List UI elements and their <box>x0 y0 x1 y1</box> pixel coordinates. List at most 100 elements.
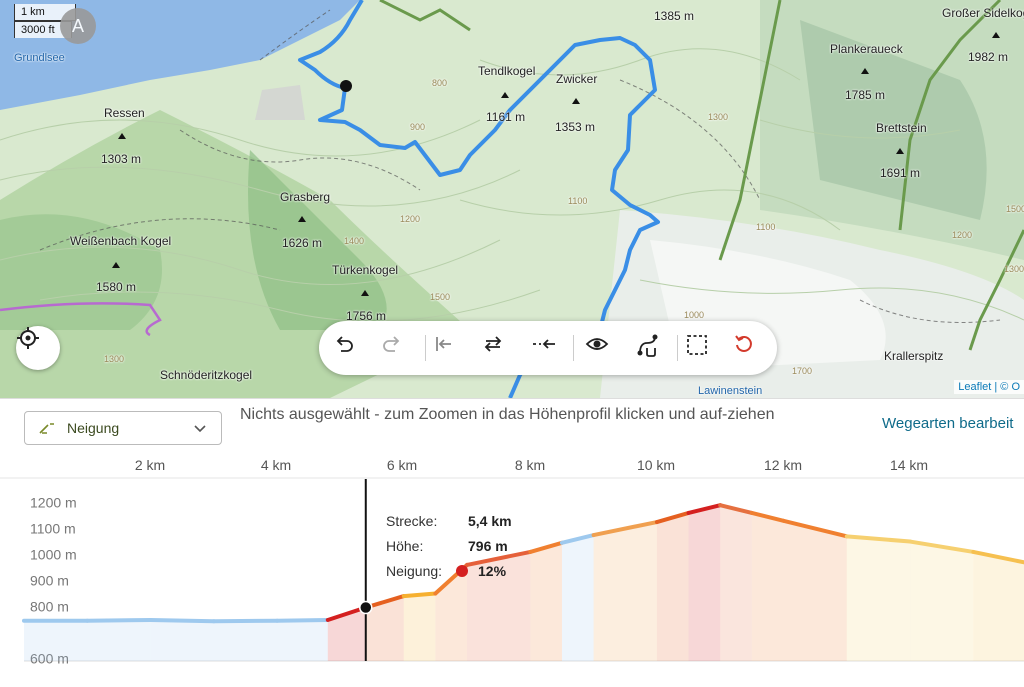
peak-elevation-ressen: 1303 m <box>101 152 142 166</box>
grade-band <box>720 505 752 661</box>
undo-icon <box>336 336 353 352</box>
grade-band <box>213 620 278 661</box>
waypoint-marker-a[interactable]: A <box>60 8 96 44</box>
chevron-down-icon <box>194 425 206 433</box>
route-toolbar <box>319 321 777 375</box>
elevation-profile-chart[interactable]: 1200 m1100 m1000 m900 m800 m600 m <box>0 477 1024 687</box>
toolbar-divider <box>425 335 426 361</box>
grade-band <box>87 619 151 661</box>
peak-marker <box>298 216 306 222</box>
toolbar-divider <box>573 335 574 361</box>
profile-segment <box>211 618 280 624</box>
lake-label: Grundlsee <box>14 52 65 64</box>
reverse-route-button[interactable] <box>482 333 512 363</box>
y-tick-label: 1000 m <box>30 547 77 563</box>
profile-segment <box>275 617 330 623</box>
locate-button[interactable] <box>16 326 60 370</box>
go-to-start-button[interactable] <box>433 333 463 363</box>
select-area-button[interactable] <box>685 333 715 363</box>
grade-band <box>846 536 911 661</box>
leaflet-link[interactable]: Leaflet <box>958 381 991 393</box>
y-tick-label: 800 m <box>30 598 69 614</box>
peak-elevation-tendlkogel: 1161 m <box>486 110 526 124</box>
peak-marker <box>572 98 580 104</box>
eye-icon <box>585 338 609 350</box>
contour-label: 1300 <box>708 112 729 122</box>
edit-waypoints-button[interactable] <box>635 333 665 363</box>
x-tick-label: 10 km <box>636 457 676 473</box>
grade-band <box>973 551 1024 661</box>
height-value: 796 m <box>468 538 508 554</box>
contour-label: 1200 <box>400 214 421 224</box>
x-tick-label: 2 km <box>134 457 166 473</box>
height-label: Höhe: <box>386 538 424 554</box>
peak-marker <box>896 148 904 154</box>
slope-icon <box>39 423 54 434</box>
grade-band <box>277 619 328 661</box>
grade-value: 12% <box>478 563 507 579</box>
grade-band <box>910 541 974 661</box>
x-tick-label: 12 km <box>763 457 803 473</box>
contour-label: 900 <box>410 122 426 132</box>
x-tick-label: 6 km <box>386 457 418 473</box>
peak-name-tendlkogel: Tendlkogel <box>478 64 536 78</box>
waypoint-edit-icon <box>637 334 658 357</box>
peak-elevation-grasberg: 1626 m <box>282 236 323 250</box>
peak-name-weissenbach-kogel: Weißenbach Kogel <box>70 234 172 248</box>
x-tick-label: 4 km <box>260 457 292 473</box>
y-tick-label: 1200 m <box>30 495 77 511</box>
contour-label: 800 <box>432 78 448 88</box>
contour-label: 1500 <box>1006 204 1024 214</box>
toolbar-divider <box>677 335 678 361</box>
grade-band <box>688 505 721 661</box>
grade-band <box>24 620 88 661</box>
peak-name-zwicker: Zwicker <box>556 72 598 86</box>
profile-mode-dropdown[interactable]: Neigung <box>24 411 222 445</box>
place-label-lawinenstein: Lawinenstein <box>698 385 763 397</box>
x-tick-label: 14 km <box>889 457 929 473</box>
contour-label: 1100 <box>568 196 588 206</box>
reverse-route-icon <box>484 336 502 352</box>
elevation-profile-panel: Neigung Nichts ausgewählt - zum Zoomen i… <box>0 398 1024 686</box>
return-to-start-button[interactable] <box>531 333 561 363</box>
dropdown-label: Neigung <box>67 420 120 436</box>
peak-elevation-brettstein: 1691 m <box>880 166 921 180</box>
profile-segment <box>148 617 216 624</box>
attribution-rest: | © O <box>991 381 1020 393</box>
crosshair-icon <box>17 327 39 349</box>
contour-label: 1500 <box>430 292 451 302</box>
peak-elevation-plankeraueck: 1785 m <box>845 88 886 102</box>
cursor-point <box>359 600 373 615</box>
reset-icon <box>735 335 752 352</box>
peak-marker <box>501 92 509 98</box>
grade-label: Neigung: <box>386 563 443 579</box>
contour-label: 1300 <box>1004 264 1024 274</box>
peak-name-schnoederitzkogel: Schnöderitzkogel <box>160 368 253 382</box>
peak-marker <box>361 290 369 296</box>
go-to-start-icon <box>436 337 451 351</box>
contour-label: 1300 <box>104 354 125 364</box>
redo-button[interactable] <box>381 333 411 363</box>
peak-name-ressen: Ressen <box>104 106 145 120</box>
reset-route-button[interactable] <box>733 333 763 363</box>
grade-band <box>150 619 214 661</box>
grade-band <box>530 542 562 661</box>
select-area-icon <box>687 335 707 355</box>
peak-name-grasberg: Grasberg <box>280 190 331 204</box>
peak-name-brettstein: Brettstein <box>876 121 927 135</box>
visibility-button[interactable] <box>585 333 615 363</box>
spot-elevation: 1385 m <box>654 9 695 23</box>
return-to-start-icon <box>533 339 555 349</box>
x-tick-label: 8 km <box>514 457 546 473</box>
peak-name-grosser-sidelkogel: Großer Sidelkogel <box>942 6 1024 20</box>
grade-band <box>561 535 594 661</box>
peak-name-tuerkenkogel: Türkenkogel <box>332 263 399 277</box>
peak-marker <box>112 262 120 268</box>
map-view[interactable]: 1 km 3000 ft A Grundlsee Ressen 1303 m G… <box>0 0 1024 398</box>
undo-button[interactable] <box>333 333 363 363</box>
grade-band <box>751 512 784 661</box>
edit-path-types-link[interactable]: Wegearten bearbeit <box>882 415 1013 432</box>
peak-marker <box>118 133 126 139</box>
profile-status-text: Nichts ausgewählt - zum Zoomen in das Hö… <box>240 406 775 423</box>
peak-elevation-weissenbach-kogel: 1580 m <box>96 280 137 294</box>
